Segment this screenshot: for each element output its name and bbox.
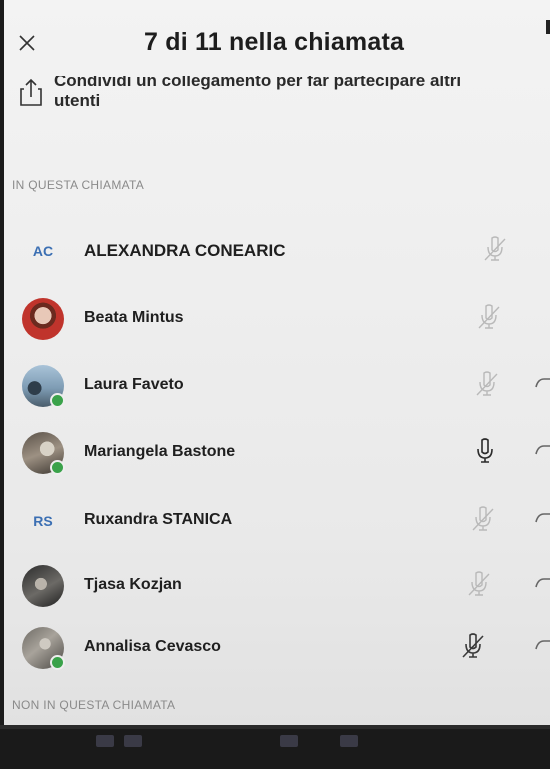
microphone-muted-icon[interactable] [470, 505, 496, 533]
avatar-initials: RS [33, 513, 53, 529]
participant-row[interactable]: AC ALEXANDRA CONEARIC [4, 222, 550, 278]
microphone-icon[interactable] [472, 437, 498, 465]
page-title: 7 di 11 nella chiamata [144, 28, 405, 56]
taskbar-edge [0, 725, 550, 729]
participant-name: Annalisa Cevasco [84, 638, 221, 655]
participant-name: Laura Faveto [84, 376, 184, 393]
share-link-text: Condividi un collegamento per far partec… [54, 76, 550, 111]
close-icon [19, 35, 35, 51]
microphone-muted-icon[interactable] [482, 235, 508, 263]
avatar [22, 432, 65, 475]
presence-online-icon [50, 655, 65, 670]
avatar: AC [22, 230, 64, 272]
participant-row[interactable]: Laura Faveto [4, 357, 550, 413]
share-link-text-line1: Condividi un collegamento per far partec… [54, 76, 462, 90]
taskbar-app-icon[interactable] [280, 735, 298, 747]
more-options-icon[interactable] [532, 510, 550, 526]
more-options-icon[interactable] [532, 637, 550, 653]
section-in-call-label: IN QUESTA CHIAMATA [12, 178, 145, 192]
participant-name: ALEXANDRA CONEARIC [84, 241, 286, 260]
taskbar-app-icon[interactable] [340, 735, 358, 747]
taskbar-app-icon[interactable] [124, 735, 142, 747]
avatar [22, 365, 65, 408]
share-link-text-line2: utenti [54, 91, 101, 110]
participant-name: Ruxandra STANICA [84, 511, 233, 528]
presence-online-icon [50, 393, 65, 408]
participant-name: Tjasa Kozjan [84, 576, 182, 593]
participant-row[interactable]: Annalisa Cevasco [4, 619, 550, 675]
more-options-icon[interactable] [532, 575, 550, 591]
taskbar-app-icon[interactable] [96, 735, 114, 747]
edge-mark [546, 20, 550, 34]
avatar-initials: AC [32, 243, 54, 259]
share-link-button[interactable]: Condividi un collegamento per far partec… [4, 72, 550, 132]
close-button[interactable] [14, 30, 40, 56]
more-options-icon[interactable] [532, 375, 550, 391]
microphone-muted-icon[interactable] [474, 370, 500, 398]
participant-name: Beata Mintus [84, 309, 184, 326]
microphone-muted-icon[interactable] [460, 632, 486, 660]
microphone-muted-icon[interactable] [476, 303, 502, 331]
taskbar [0, 725, 550, 769]
section-not-in-call-label: NON IN QUESTA CHIAMATA [12, 698, 176, 712]
panel-header: 7 di 11 nella chiamata [4, 0, 550, 70]
participant-row[interactable]: Beata Mintus [4, 290, 550, 346]
participant-row[interactable]: Mariangela Bastone [4, 424, 550, 480]
participant-row[interactable]: Tjasa Kozjan [4, 557, 550, 613]
avatar [22, 298, 64, 340]
participant-row[interactable]: RS Ruxandra STANICA [4, 492, 550, 548]
presence-online-icon [50, 460, 65, 475]
call-participants-panel: 7 di 11 nella chiamata Condividi un coll… [4, 0, 550, 725]
microphone-muted-icon[interactable] [466, 570, 492, 598]
avatar: RS [22, 500, 64, 542]
more-options-icon[interactable] [532, 442, 550, 458]
participant-name: Mariangela Bastone [84, 443, 236, 460]
share-icon [20, 78, 42, 106]
avatar [22, 565, 64, 607]
avatar [22, 627, 65, 670]
